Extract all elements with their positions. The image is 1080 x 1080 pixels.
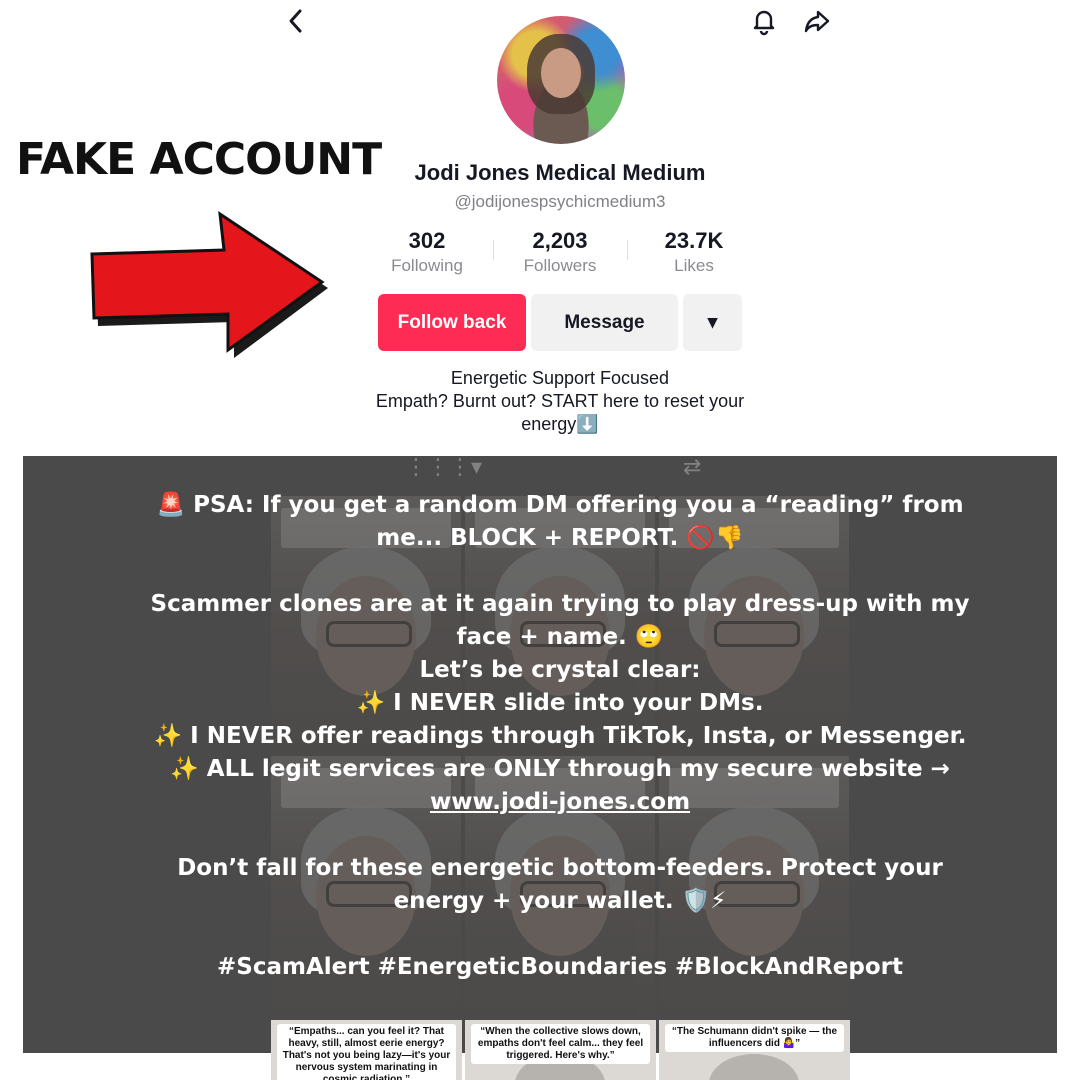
profile-bio: Energetic Support Focused Empath? Burnt … (330, 367, 790, 436)
share-button[interactable] (797, 4, 837, 38)
bio-line[interactable]: energy⬇️ (330, 413, 790, 436)
psa-spacer (140, 918, 980, 951)
stat-value: 23.7K (664, 228, 724, 253)
avatar[interactable] (497, 16, 625, 144)
video-thumb[interactable]: “The Schumann didn't spike — the influen… (659, 1020, 850, 1080)
profile-name: Jodi Jones Medical Medium (414, 160, 706, 185)
profile-handle: @jodijonespsychicmedium3 (454, 192, 666, 211)
more-options-button[interactable]: ▾ (683, 294, 742, 351)
psa-line: ✨ I NEVER slide into your DMs. (356, 690, 764, 716)
video-hair (709, 1054, 799, 1080)
psa-spacer (140, 819, 980, 852)
video-caption: “When the collective slows down, empaths… (471, 1024, 650, 1064)
share-arrow-icon (804, 10, 830, 33)
psa-line: 🚨 PSA: If you get a random DM offering y… (156, 492, 964, 518)
chevron-left-icon (289, 9, 302, 33)
video-thumb[interactable]: “Empaths... can you feel it? That heavy,… (271, 1020, 462, 1080)
message-button[interactable]: Message (531, 294, 678, 351)
website-link[interactable]: www.jodi-jones.com (430, 789, 690, 815)
bio-line: Energetic Support Focused (450, 368, 670, 388)
psa-hashtags: #ScamAlert #EnergeticBoundaries #BlockAn… (216, 954, 903, 980)
stat-divider (493, 240, 494, 260)
psa-line: ✨ I NEVER offer readings through TikTok,… (153, 723, 967, 749)
red-arrow-icon (90, 210, 328, 358)
bio-line: Empath? Burnt out? START here to reset y… (375, 391, 745, 411)
psa-line: energy + your wallet. 🛡️⚡ (393, 888, 727, 914)
grid-tab-icon[interactable]: ⋮⋮⋮▾ (405, 455, 482, 480)
stat-likes[interactable]: 23.7K Likes (629, 228, 759, 276)
fake-account-label: FAKE ACCOUNT (16, 134, 382, 185)
repost-tab-icon[interactable]: ⇄ (683, 455, 701, 480)
stat-followers[interactable]: 2,203 Followers (495, 228, 625, 276)
stat-value: 2,203 (532, 228, 588, 253)
chevron-down-icon: ▾ (707, 312, 718, 333)
psa-line: Don’t fall for these energetic bottom-fe… (177, 855, 943, 881)
psa-line: ✨ ALL legit services are ONLY through my… (170, 756, 950, 782)
stat-divider (627, 240, 628, 260)
stat-label: Following (391, 256, 463, 275)
stat-following[interactable]: 302 Following (362, 228, 492, 276)
psa-message: 🚨 PSA: If you get a random DM offering y… (140, 489, 980, 984)
stat-value: 302 (408, 228, 446, 253)
stat-label: Followers (523, 256, 597, 275)
bell-icon (753, 10, 775, 36)
back-button[interactable] (276, 4, 316, 38)
psa-line: Let’s be crystal clear: (419, 657, 701, 683)
psa-line: me... BLOCK + REPORT. 🚫👎 (376, 525, 744, 551)
notifications-button[interactable] (744, 4, 784, 38)
psa-line: face + name. 🙄 (456, 624, 664, 650)
video-caption: “The Schumann didn't spike — the influen… (665, 1024, 844, 1052)
psa-link-line: www.jodi-jones.com (140, 786, 980, 819)
stat-label: Likes (674, 256, 714, 275)
video-caption: “Empaths... can you feel it? That heavy,… (277, 1024, 456, 1080)
follow-back-button[interactable]: Follow back (378, 294, 526, 351)
psa-line: Scammer clones are at it again trying to… (150, 591, 970, 617)
avatar-face (541, 48, 581, 98)
video-thumb[interactable]: “When the collective slows down, empaths… (465, 1020, 656, 1080)
psa-spacer (140, 555, 980, 588)
